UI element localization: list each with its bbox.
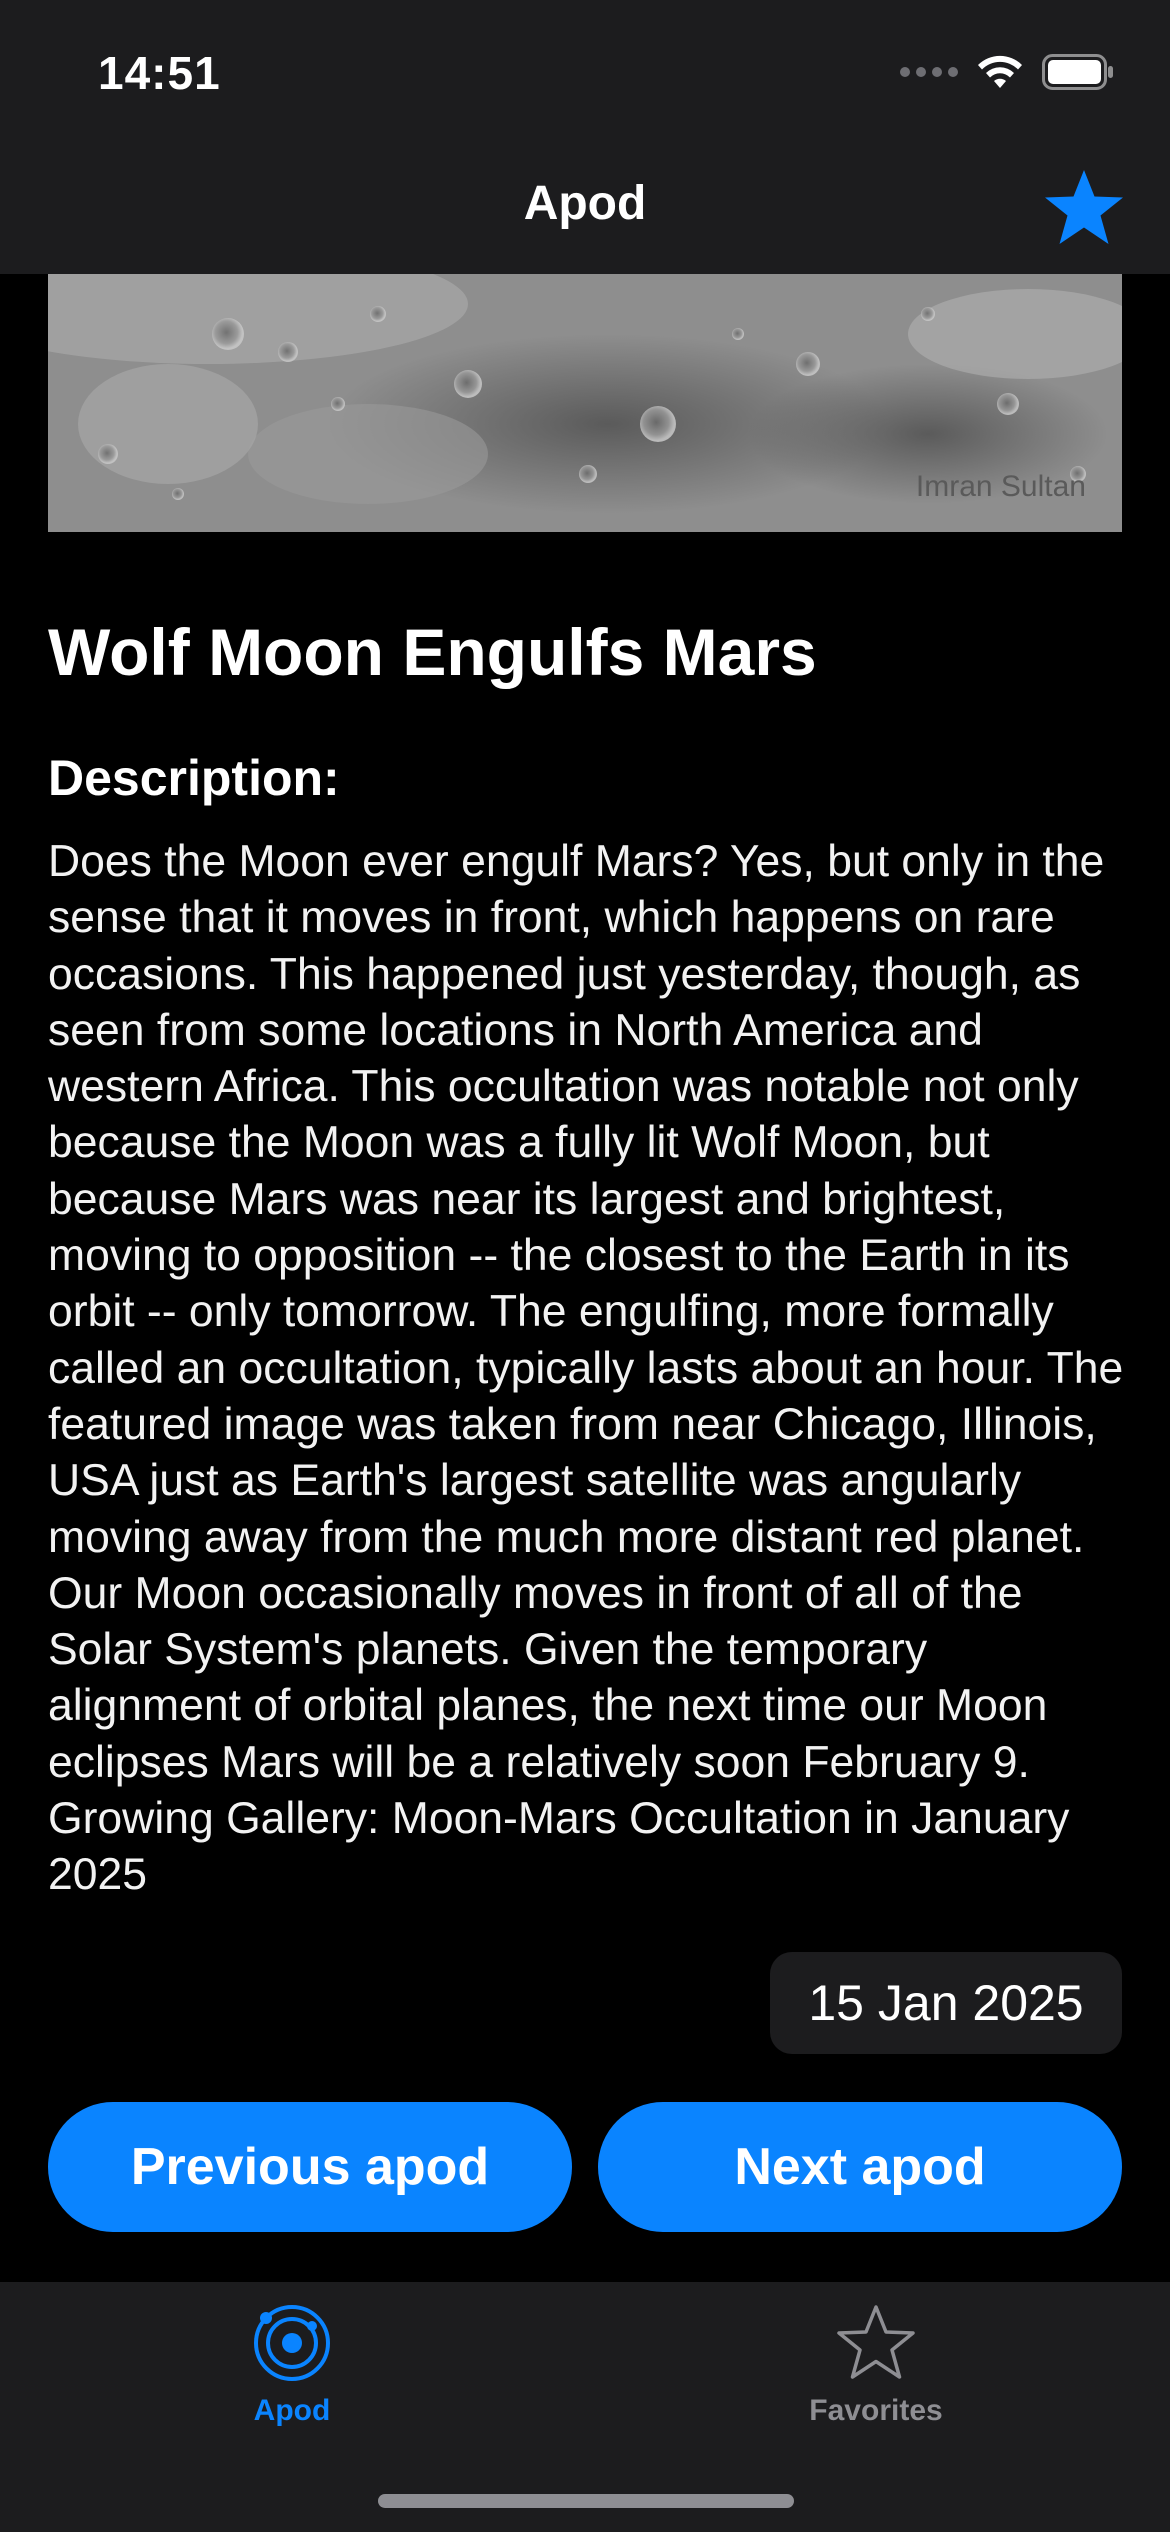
status-icons <box>900 54 1114 90</box>
description-label: Description: <box>48 750 340 806</box>
tab-apod[interactable]: Apod <box>142 2302 442 2428</box>
nav-title: Apod <box>523 177 647 230</box>
home-indicator[interactable] <box>378 2494 794 2508</box>
apod-image: Imran Sultan <box>48 274 1122 532</box>
navigation-bar: Apod <box>0 140 1170 274</box>
description-text: Does the Moon ever engulf Mars? Yes, but… <box>48 837 1124 1900</box>
status-time: 14:51 <box>98 47 221 99</box>
apod-title: Wolf Moon Engulfs Mars <box>48 615 817 689</box>
date-badge: 15 Jan 2025 <box>770 1952 1122 2054</box>
favorite-star-icon[interactable] <box>1042 166 1126 250</box>
wifi-icon <box>978 55 1022 88</box>
tab-favorites-label: Favorites <box>809 2394 943 2427</box>
status-bar: 14:51 <box>0 0 1170 140</box>
tab-apod-label: Apod <box>253 2394 331 2427</box>
orbit-icon <box>254 2305 330 2381</box>
image-credit: Imran Sultan <box>915 470 1086 503</box>
battery-icon <box>1042 54 1113 90</box>
tab-bar: Apod Favorites <box>0 2282 1170 2532</box>
previous-apod-button[interactable]: Previous apod <box>48 2102 572 2232</box>
next-apod-button[interactable]: Next apod <box>598 2102 1122 2232</box>
cellular-signal-icon <box>900 67 958 77</box>
tab-favorites[interactable]: Favorites <box>726 2302 1026 2428</box>
star-outline-icon <box>837 2305 915 2379</box>
